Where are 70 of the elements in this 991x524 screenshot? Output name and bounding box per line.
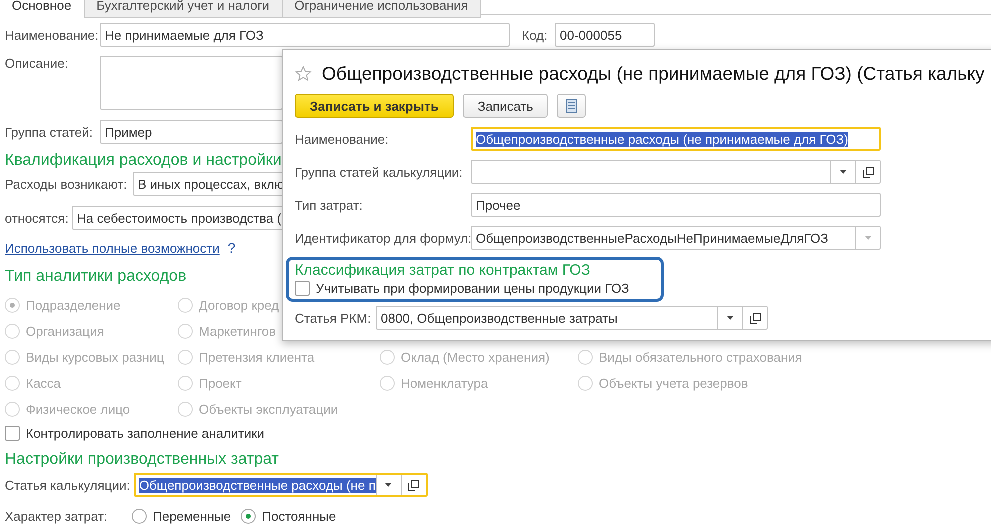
checkbox-label: Учитывать при формировании цены продукции ГОЗ <box>316 281 630 296</box>
expense-target-field[interactable]: На себестоимость производства ( <box>72 206 285 230</box>
section-heading: Классификация затрат по контрактам ГОЗ <box>295 262 590 279</box>
field-label: Характер затрат: <box>5 508 109 524</box>
option-label: Постоянные <box>262 508 336 524</box>
caret-icon <box>864 236 872 240</box>
field-label: Расходы возникают: <box>5 176 128 192</box>
field-label: Группа статей: <box>5 124 94 140</box>
select-field[interactable]: ОбщепроизводственныеРасходыНеПринимаемыеДляГОЗ <box>471 226 881 250</box>
option-label: Проект <box>199 376 242 390</box>
option-label: Маркетингов <box>199 324 276 338</box>
list-icon <box>566 99 578 113</box>
section-heading: Квалификация расходов и настройки <box>5 152 282 170</box>
description-field[interactable] <box>100 56 283 110</box>
field-label: Код: <box>522 28 549 42</box>
rkm-field[interactable]: 0800, Общепроизводственные затраты <box>376 306 768 330</box>
name-field[interactable]: Не принимаемые для ГОЗ <box>100 23 510 47</box>
open-window-icon <box>862 166 874 178</box>
field-label: Идентификатор для формул: <box>295 230 471 246</box>
help-link[interactable]: ? <box>228 240 236 256</box>
menu-button[interactable] <box>557 94 586 118</box>
option-label: Физическое лицо <box>26 402 130 416</box>
option-label: Касса <box>26 376 62 390</box>
checkbox-label: Контролировать заполнение аналитики <box>26 426 265 441</box>
caret-icon <box>385 483 392 487</box>
field-label: Тип затрат: <box>295 198 364 212</box>
field-label: Статья РКМ: <box>295 310 372 326</box>
text-field[interactable]: Общепроизводственные расходы (не принимаемые для ГОЗ) <box>471 127 881 151</box>
field-label: Наименование: <box>5 28 100 42</box>
option-label: Объекты эксплуатации <box>199 402 338 416</box>
field-label: Группа статей калькуляции: <box>295 164 464 180</box>
option-label: Виды обязательного страхования <box>599 350 802 364</box>
field-label: Статья калькуляции: <box>5 478 130 492</box>
tab[interactable]: Ограничение использования <box>282 0 482 18</box>
caret-icon <box>840 170 846 174</box>
checkbox[interactable] <box>5 426 20 441</box>
open-window-icon <box>750 312 760 324</box>
radio-button[interactable] <box>132 508 147 524</box>
radio-button[interactable] <box>241 508 256 524</box>
option-label: Оклад (Место хранения) <box>401 350 550 364</box>
tab[interactable]: Основное <box>0 0 85 18</box>
option-label: Переменные <box>153 508 232 524</box>
option-label: Договор кред <box>199 298 280 312</box>
dialog-title: Общепроизводственные расходы (не принимаемые для ГОЗ) (Статья кальку <box>322 63 985 85</box>
option-label: Претензия клиента <box>199 350 315 364</box>
tab[interactable]: Бухгалтерский учет и налоги <box>84 0 283 18</box>
checkbox[interactable] <box>295 281 310 296</box>
full-features-link[interactable]: Использовать полные возможности <box>5 240 220 256</box>
group-field[interactable] <box>471 160 881 184</box>
field-label: Описание: <box>5 56 70 71</box>
open-window-icon <box>408 480 420 490</box>
open-button[interactable] <box>855 161 880 183</box>
caret-icon <box>726 316 734 320</box>
option-label: Виды курсовых разниц <box>26 350 164 364</box>
save-button[interactable]: Записать <box>462 94 548 118</box>
group-field[interactable]: Пример <box>100 120 283 144</box>
option-label: Подразделение <box>26 298 121 312</box>
field-label: относятся: <box>5 210 70 226</box>
option-label: Организация <box>26 324 104 338</box>
cost-item-field[interactable]: Общепроизводственные расходы (не п <box>134 473 428 497</box>
star-icon[interactable] <box>295 66 312 82</box>
section-heading: Тип аналитики расходов <box>5 268 187 286</box>
text-field[interactable]: Прочее <box>471 193 881 217</box>
code-field[interactable]: 00-000055 <box>555 23 655 47</box>
open-button[interactable] <box>742 307 767 329</box>
option-label: Номенклатура <box>401 376 488 390</box>
option-label: Объекты учета резервов <box>599 376 748 390</box>
section-heading: Настройки производственных затрат <box>5 451 279 469</box>
field-label: Наименование: <box>295 132 390 146</box>
save-and-close-button[interactable]: Записать и закрыть <box>295 94 454 118</box>
